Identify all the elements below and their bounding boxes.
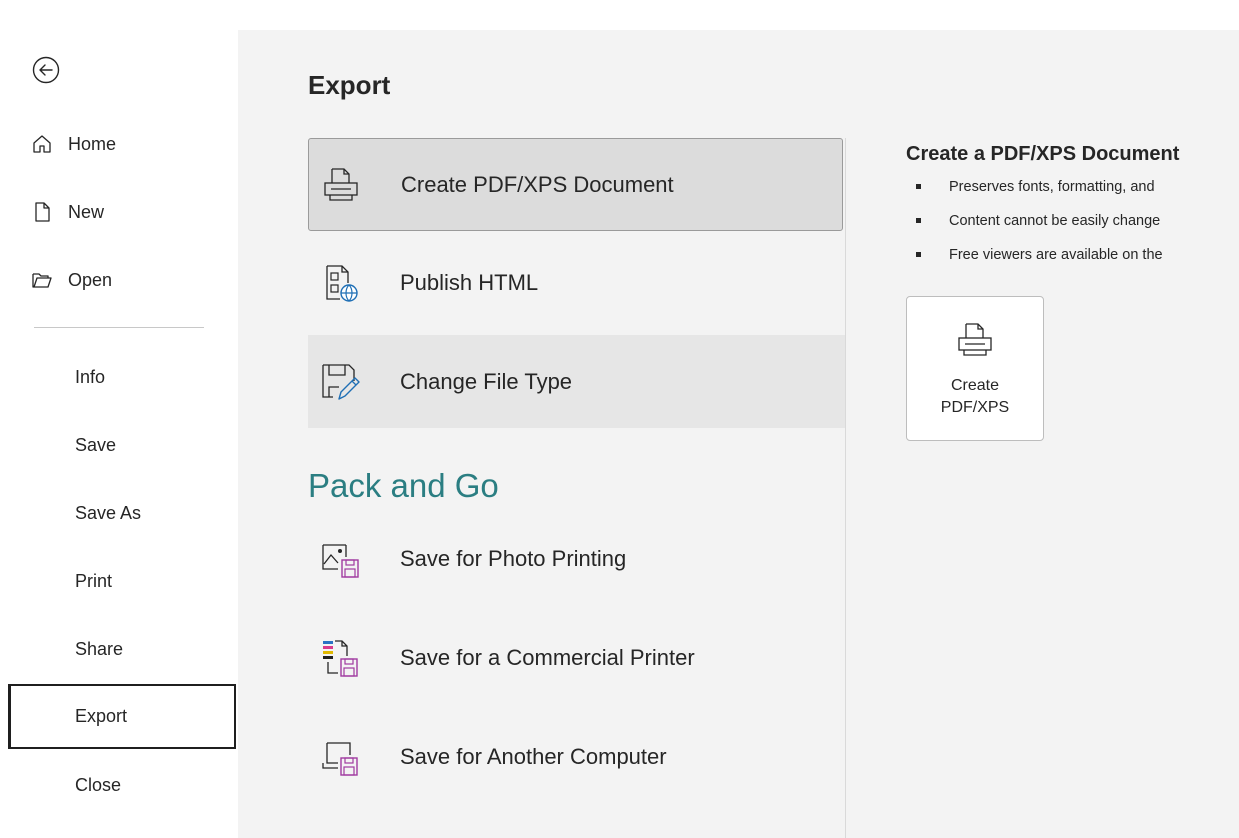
detail-bullet: Content cannot be easily change bbox=[906, 214, 1239, 248]
option-label: Save for a Commercial Printer bbox=[400, 644, 695, 670]
option-label: Create PDF/XPS Document bbox=[401, 171, 674, 197]
create-pdf-xps-label: Create PDF/XPS bbox=[940, 377, 1010, 416]
nav-item-new[interactable]: New bbox=[0, 186, 238, 238]
page-title: Export bbox=[308, 70, 391, 100]
detail-pane: Create a PDF/XPS Document Preserves font… bbox=[906, 143, 1239, 543]
open-folder-icon bbox=[30, 268, 54, 292]
section-title-pack-and-go: Pack and Go bbox=[308, 467, 499, 504]
create-pdf-xps-button[interactable]: Create PDF/XPS bbox=[906, 296, 1044, 441]
option-label: Save for Photo Printing bbox=[400, 545, 627, 571]
option-label: Change File Type bbox=[400, 368, 573, 394]
new-document-icon bbox=[30, 200, 54, 224]
nav-item-label: Open bbox=[68, 269, 113, 290]
option-change-file-type[interactable]: Change File Type bbox=[308, 335, 845, 428]
change-file-type-icon bbox=[318, 360, 362, 404]
title-strip bbox=[0, 0, 1239, 11]
detail-title: Create a PDF/XPS Document bbox=[906, 143, 1180, 165]
nav-item-label: Save As bbox=[75, 502, 142, 523]
detail-bullets: Preserves fonts, formatting, and Content… bbox=[906, 180, 1239, 282]
publish-html-icon bbox=[318, 261, 362, 305]
nav-item-home[interactable]: Home bbox=[0, 118, 238, 170]
pdf-document-icon bbox=[319, 163, 363, 207]
export-pane: Export Create PDF/XPS Document Publish H… bbox=[238, 30, 1239, 838]
option-label: Save for Another Computer bbox=[400, 743, 667, 769]
nav-item-share[interactable]: Share bbox=[0, 623, 238, 675]
nav-item-label: Share bbox=[75, 638, 124, 659]
another-computer-icon bbox=[318, 735, 362, 779]
nav-item-save-as[interactable]: Save As bbox=[0, 487, 238, 539]
nav-item-label: Info bbox=[75, 366, 106, 387]
photo-printing-icon bbox=[318, 537, 362, 581]
home-icon bbox=[30, 132, 54, 156]
option-save-commercial-printer[interactable]: Save for a Commercial Printer bbox=[308, 611, 843, 704]
detail-bullet: Preserves fonts, formatting, and bbox=[906, 180, 1239, 214]
nav-item-label: Close bbox=[75, 774, 122, 795]
nav-item-info[interactable]: Info bbox=[0, 351, 238, 403]
nav-item-export[interactable]: Export bbox=[8, 684, 236, 749]
option-label: Publish HTML bbox=[400, 269, 539, 295]
nav-item-print[interactable]: Print bbox=[0, 555, 238, 607]
pdf-document-icon bbox=[952, 317, 998, 363]
back-button[interactable] bbox=[30, 54, 62, 86]
nav-item-open[interactable]: Open bbox=[0, 254, 238, 306]
nav-item-label: Export bbox=[75, 706, 128, 726]
nav-item-label: Home bbox=[68, 133, 117, 154]
nav-item-save[interactable]: Save bbox=[0, 419, 238, 471]
nav-item-close[interactable]: Close bbox=[0, 759, 238, 811]
option-save-photo-printing[interactable]: Save for Photo Printing bbox=[308, 512, 843, 605]
nav-divider bbox=[34, 327, 204, 328]
option-create-pdf-xps[interactable]: Create PDF/XPS Document bbox=[308, 138, 843, 231]
option-save-another-computer[interactable]: Save for Another Computer bbox=[308, 710, 843, 803]
nav-item-label: Save bbox=[75, 434, 117, 455]
nav-item-label: Print bbox=[75, 570, 113, 591]
backstage-nav: Home New Open Info Save Save As Print Sh… bbox=[0, 11, 238, 838]
commercial-printer-icon bbox=[318, 636, 362, 680]
export-options-list: Create PDF/XPS Document Publish HTML Cha… bbox=[308, 138, 846, 838]
back-arrow-icon bbox=[32, 56, 60, 84]
option-publish-html[interactable]: Publish HTML bbox=[308, 236, 843, 329]
nav-item-label: New bbox=[68, 201, 105, 222]
detail-bullet: Free viewers are available on the bbox=[906, 248, 1239, 282]
